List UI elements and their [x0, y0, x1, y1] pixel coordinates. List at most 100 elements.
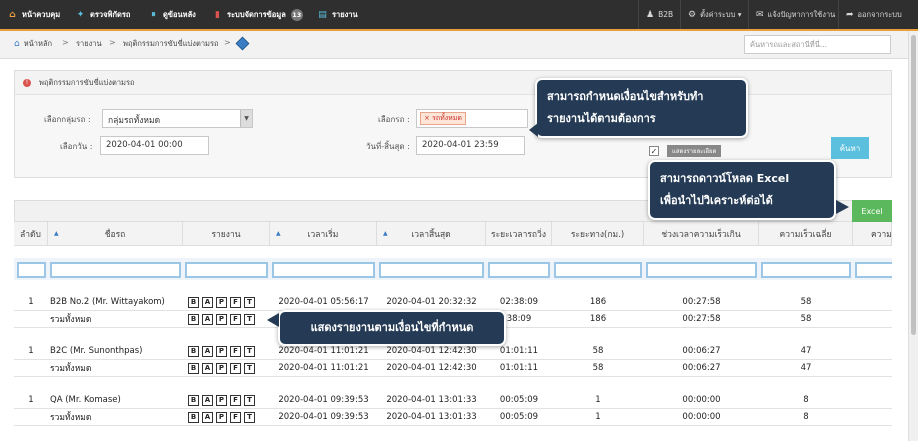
table-cell-avg: 8: [803, 395, 809, 405]
table-cell-distance: 186: [589, 297, 607, 307]
home-icon: ⌂: [9, 9, 16, 20]
nav-item-history[interactable]: ⏸ ดูข้อนหลัง: [148, 0, 196, 29]
end-date-input[interactable]: 2020-04-01 23:59: [416, 136, 525, 155]
table-cell-no: 1: [28, 395, 34, 405]
report-button-a[interactable]: A: [202, 411, 213, 423]
report-button-a[interactable]: A: [202, 313, 213, 325]
report-button-f[interactable]: F: [230, 362, 241, 374]
alert-icon: !: [23, 78, 31, 87]
table-cell-end: 2020-04-01 13:01:33: [386, 412, 477, 422]
report-button-t[interactable]: T: [244, 362, 255, 374]
report-button-t[interactable]: T: [244, 313, 255, 325]
column-header-no[interactable]: ลำดับ: [14, 222, 48, 246]
nav-item-data-management[interactable]: ▮ ระบบจัดการข้อมูล 13: [212, 0, 303, 29]
callout-pointer: [836, 200, 849, 214]
book-icon: [235, 36, 250, 51]
report-button-f[interactable]: F: [230, 296, 241, 308]
report-button-t[interactable]: T: [244, 345, 255, 357]
report-button-b[interactable]: B: [188, 411, 199, 423]
report-button-p[interactable]: P: [216, 362, 227, 374]
report-button-t[interactable]: T: [244, 411, 255, 423]
report-button-p[interactable]: P: [216, 411, 227, 423]
filter-input-more[interactable]: [855, 262, 892, 278]
report-button-a[interactable]: A: [202, 296, 213, 308]
nav-item-report[interactable]: ▤ รายงาน: [317, 0, 357, 29]
vehicle-tag[interactable]: × รถทั้งหมด: [420, 112, 466, 125]
table-cell-report: BAPFT: [188, 294, 270, 310]
excel-export-button[interactable]: Excel: [852, 200, 892, 222]
table-cell-end: 2020-04-01 20:32:32: [386, 297, 477, 307]
vehicle-select[interactable]: × รถทั้งหมด: [416, 109, 528, 128]
table-cell-no: [14, 311, 48, 327]
table-cell-start: 2020-04-01 11:01:21: [278, 363, 369, 373]
history-icon: ⏸: [151, 9, 156, 20]
report-button-p[interactable]: P: [216, 394, 227, 406]
filter-input-no[interactable]: [17, 262, 46, 278]
nav-item-dashboard[interactable]: ⌂ หน้าควบคุม: [7, 0, 60, 29]
search-input[interactable]: ค้นหารถและสถานีที่นี่...: [744, 35, 891, 54]
report-button-p[interactable]: P: [216, 296, 227, 308]
table-cell-no: 1: [28, 297, 34, 307]
filter-input-report[interactable]: [185, 262, 268, 278]
report-button-b[interactable]: B: [188, 394, 199, 406]
filter-input-end[interactable]: [379, 262, 484, 278]
table-cell-name: B2C (Mr. Sunonthpas): [50, 346, 143, 356]
report-button-f[interactable]: F: [230, 345, 241, 357]
table-cell-avg: 58: [800, 297, 812, 307]
table-cell-report: BAPFT: [188, 360, 270, 376]
filter-input-start[interactable]: [272, 262, 375, 278]
report-button-f[interactable]: F: [230, 411, 241, 423]
start-date-input[interactable]: 2020-04-01 00:00: [100, 136, 209, 155]
report-button-a[interactable]: A: [202, 345, 213, 357]
nav-user[interactable]: ♟ B2B: [638, 0, 680, 29]
column-header-end[interactable]: ▲ เวลาสิ้นสุด: [377, 222, 486, 246]
show-detail-checkbox[interactable]: ✓: [649, 146, 659, 156]
vertical-scrollbar[interactable]: [908, 31, 918, 441]
report-button-f[interactable]: F: [230, 394, 241, 406]
nav-logout[interactable]: ➦ ออกจากระบบ: [838, 0, 909, 29]
report-icon: ▤: [318, 9, 327, 20]
column-header-more[interactable]: ความ: [853, 222, 892, 246]
table-cell-avg: 8: [803, 412, 809, 422]
report-button-t[interactable]: T: [244, 394, 255, 406]
report-button-b[interactable]: B: [188, 345, 199, 357]
group-select[interactable]: กลุ่มรถทั้งหมด ▼: [102, 109, 253, 128]
row-divider: [14, 425, 892, 426]
filter-input-distance[interactable]: [554, 262, 642, 278]
nav-settings[interactable]: ⚙ ตั้งค่าระบบ ▾: [680, 0, 749, 29]
filter-input-duration[interactable]: [488, 262, 550, 278]
column-header-vehicle[interactable]: ▲ ชื่อรถ: [48, 222, 183, 246]
report-button-p[interactable]: P: [216, 345, 227, 357]
column-header-report[interactable]: รายงาน: [183, 222, 270, 246]
report-button-b[interactable]: B: [188, 313, 199, 325]
table-cell-start: 2020-04-01 09:39:53: [278, 412, 369, 422]
nav-item-check-location[interactable]: ✦ ตรวจพิกัดรถ: [75, 0, 131, 29]
search-button[interactable]: ค้นหา: [831, 137, 869, 159]
report-button-f[interactable]: F: [230, 313, 241, 325]
table-cell-avg: 58: [800, 314, 812, 324]
report-button-t[interactable]: T: [244, 296, 255, 308]
column-header-start[interactable]: ▲ เวลาเริ่ม: [270, 222, 377, 246]
sort-icon: ▲: [276, 230, 281, 237]
report-button-a[interactable]: A: [202, 394, 213, 406]
nav-report-problem[interactable]: ✉ แจ้งปัญหาการใช้งาน: [748, 0, 842, 29]
column-header-overspeed[interactable]: ช่วงเวลาความเร็วเกิน: [644, 222, 759, 246]
table-cell-report: BAPFT: [188, 392, 270, 408]
filter-input-avg[interactable]: [761, 262, 851, 278]
breadcrumb-home[interactable]: ⌂ หน้าหลัก: [14, 38, 52, 50]
report-button-a[interactable]: A: [202, 362, 213, 374]
column-header-distance[interactable]: ระยะทาง(กม.): [552, 222, 644, 246]
report-button-b[interactable]: B: [188, 296, 199, 308]
report-button-b[interactable]: B: [188, 362, 199, 374]
table-cell-name: QA (Mr. Komase): [50, 395, 121, 405]
sort-icon: ▲: [54, 230, 59, 237]
report-button-p[interactable]: P: [216, 313, 227, 325]
scrollbar-thumb[interactable]: [911, 35, 916, 335]
column-header-avg-speed[interactable]: ความเร็วเฉลี่ย: [759, 222, 853, 246]
group-label: เลือกกลุ่มรถ :: [44, 115, 91, 124]
table-cell-overspeed: 00:00:00: [682, 412, 721, 422]
column-header-duration[interactable]: ระยะเวลารถวิ่ง: [486, 222, 552, 246]
filter-input-overspeed[interactable]: [646, 262, 757, 278]
filter-input-vehicle[interactable]: [50, 262, 181, 278]
breadcrumb-report[interactable]: รายงาน: [76, 38, 102, 50]
